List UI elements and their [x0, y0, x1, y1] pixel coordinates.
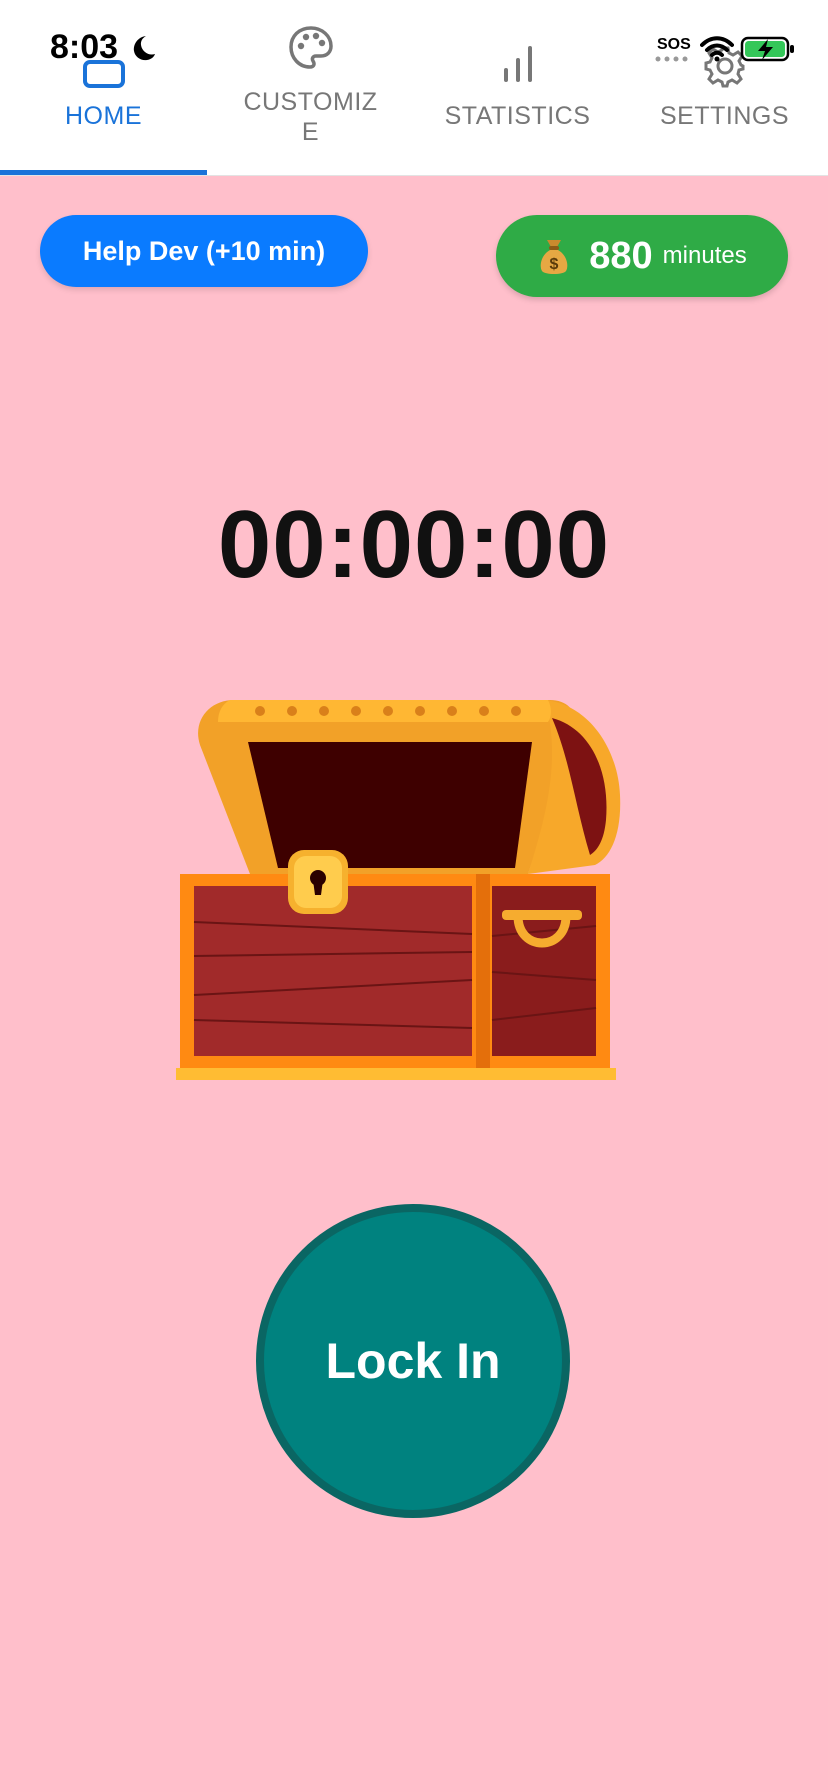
tab-customize-label-line1: CUSTOMIZ: [243, 88, 378, 116]
moon-icon: [133, 36, 155, 61]
tab-statistics[interactable]: STATISTICS: [414, 0, 621, 175]
tab-customize[interactable]: CUSTOMIZ E: [207, 0, 414, 175]
tab-customize-label-line2: E: [301, 118, 320, 146]
tab-home[interactable]: HOME: [0, 0, 207, 175]
focus-timer: 00:00:00: [217, 491, 611, 598]
palette-icon: [288, 26, 333, 69]
tab-statistics-label: STATISTICS: [444, 102, 591, 130]
bar-chart-icon: [503, 46, 532, 82]
treasure-chest-icon: [176, 700, 621, 1080]
wifi-icon: [700, 36, 734, 62]
svg-text:$: $: [550, 256, 559, 273]
minutes-unit: minutes: [662, 242, 747, 269]
tab-home-label: HOME: [65, 102, 142, 130]
help-dev-button[interactable]: Help Dev (+10 min): [40, 215, 368, 287]
minutes-balance-badge: $ 880 minutes: [496, 215, 788, 297]
minutes-amount: 880: [589, 234, 653, 277]
lock-in-button[interactable]: Lock In: [256, 1204, 570, 1518]
active-tab-indicator: [0, 170, 207, 175]
top-tab-bar: HOME CUSTOMIZ E STATISTICS SETTINGS: [0, 0, 828, 176]
signal-dots-icon: [655, 56, 688, 62]
money-bag-icon: $: [540, 240, 568, 274]
tab-settings[interactable]: SETTINGS: [621, 0, 828, 175]
battery-charging-icon: [740, 36, 794, 62]
status-time: 8:03: [50, 28, 119, 66]
tab-settings-label: SETTINGS: [659, 102, 789, 130]
status-sos: SOS: [657, 36, 691, 53]
